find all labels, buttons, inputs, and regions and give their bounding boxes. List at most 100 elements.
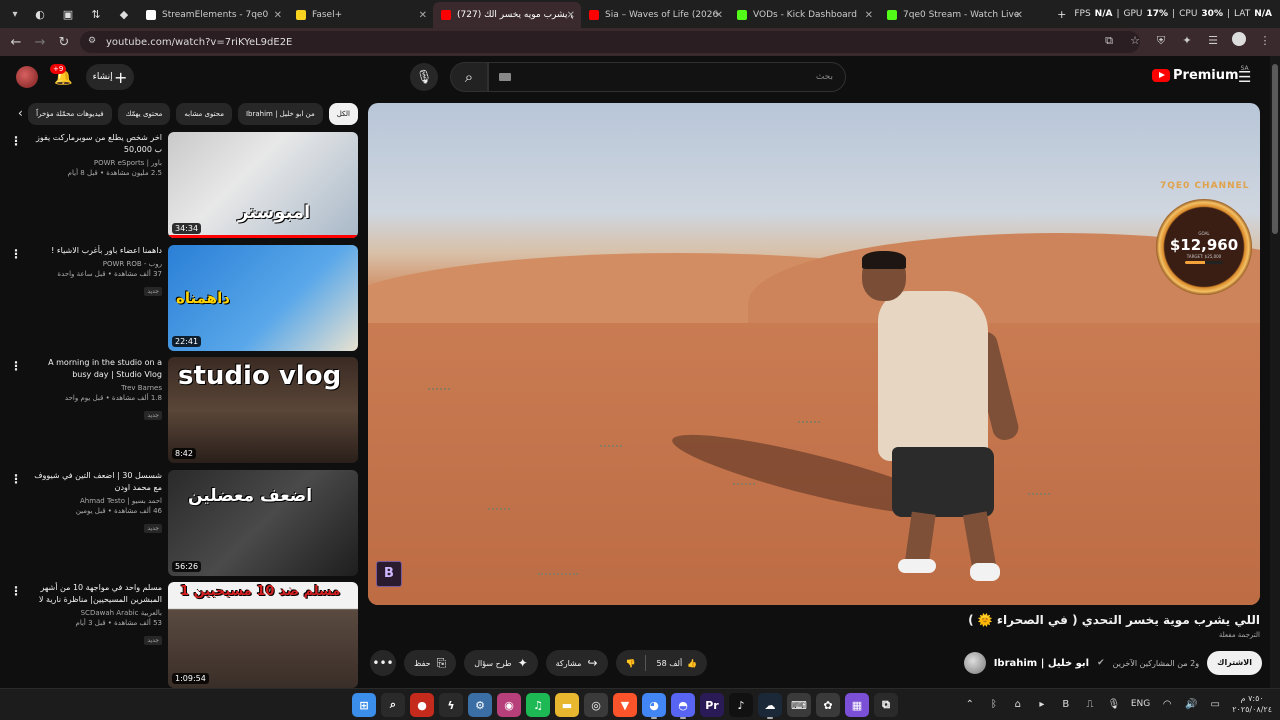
play-icon[interactable]: ▸: [1035, 699, 1049, 710]
network-icon[interactable]: ⌂: [1011, 699, 1025, 710]
recommended-video[interactable]: ⋮ داهمنا اعضاء باور بأغرب الاشياء ! روب - …: [10, 244, 358, 351]
obs-icon[interactable]: ◎: [584, 693, 608, 717]
filter-chip[interactable]: من ابو خليل | Ibrahim: [237, 103, 323, 125]
volume-icon[interactable]: 🔊: [1184, 699, 1198, 710]
video-thumbnail[interactable]: اضعف معضلين 56:26: [168, 469, 358, 576]
video-thumbnail[interactable]: امبوستر 34:34: [168, 132, 358, 238]
reload-icon[interactable]: ↻: [52, 30, 76, 54]
chevron-up-icon[interactable]: ⌃: [963, 699, 977, 710]
video-thumbnail[interactable]: studio vlog 8:42: [168, 357, 358, 463]
browser-menu-icon[interactable]: ⋮: [1256, 34, 1274, 47]
bluetooth-icon[interactable]: ᛒ: [987, 699, 1001, 710]
filter-chip[interactable]: محتوى مشابه: [176, 103, 232, 125]
tab-close-icon[interactable]: ✕: [274, 10, 282, 21]
app-pink-icon[interactable]: ◉: [497, 693, 521, 717]
spotify-icon[interactable]: ♫: [526, 693, 550, 717]
recommended-video[interactable]: ⋮ اخر شخص يطلع من سوبرماركت يفوز ب 50,000…: [10, 132, 358, 238]
tab-search-button[interactable]: ▾: [4, 4, 26, 24]
video-thumbnail[interactable]: 1 مسلم ضد 10 مسيحيين 1:09:54: [168, 582, 358, 688]
bookmark-star-icon[interactable]: ☆: [1126, 34, 1144, 47]
filter-chip[interactable]: فيديوهات محمّلة مؤخراً: [28, 103, 112, 125]
more-options-icon[interactable]: ⋮: [10, 584, 22, 598]
ask-button[interactable]: ✦ طرح سؤال: [464, 650, 538, 676]
more-options-icon[interactable]: ⋮: [10, 134, 22, 148]
mic-icon[interactable]: 🎙: [1107, 699, 1121, 710]
bolt-icon[interactable]: ϟ: [439, 693, 463, 717]
video-thumbnail[interactable]: داهمناه 22:41: [168, 244, 358, 351]
browser-tab[interactable]: StreamElements - 7qe0 ✕: [138, 2, 288, 28]
language-indicator[interactable]: ENG: [1131, 699, 1150, 709]
video-player[interactable]: 7QE0 CHANNEL GOAL $12,960 TARGET: $25,00…: [368, 103, 1260, 605]
browser-tab[interactable]: (727) اللي يشرب مويه يخسر الك✕: [433, 2, 581, 28]
terminal-icon[interactable]: ⌨: [787, 693, 811, 717]
back-arrow-icon[interactable]: ←: [4, 30, 28, 54]
create-button[interactable]: إنشاء +: [86, 64, 134, 90]
discord-icon[interactable]: ◓: [671, 693, 695, 719]
steam-icon[interactable]: ☁: [758, 693, 782, 719]
voice-search-mic-icon[interactable]: 🎙: [410, 63, 438, 91]
chatgpt-icon[interactable]: ✿: [816, 693, 840, 717]
chrome-icon[interactable]: ◕: [642, 693, 666, 719]
filter-chip[interactable]: الكل: [328, 103, 358, 125]
brave-icon[interactable]: ▼: [613, 693, 637, 717]
keyboard-icon[interactable]: [499, 73, 511, 81]
recommended-video[interactable]: ⋮ شسسل 30 | اضعف التين في شيووف مع محمد ا…: [10, 469, 358, 576]
tab-close-icon[interactable]: ✕: [567, 10, 575, 21]
recommended-video[interactable]: ⋮ A morning in the studio on a busy day |…: [10, 357, 358, 463]
settings-icon[interactable]: ⚙: [468, 693, 492, 717]
url-bar[interactable]: ⚙ youtube.com/watch?v=7riKYeL9dE2E: [80, 31, 1140, 53]
tab-close-icon[interactable]: ✕: [715, 10, 723, 21]
start-icon[interactable]: ⊞: [352, 693, 376, 717]
capcut-icon[interactable]: ⧉: [874, 693, 898, 717]
pinned-tab[interactable]: ◆: [110, 3, 138, 25]
premiere-icon[interactable]: Pr: [700, 693, 724, 717]
wifi-icon[interactable]: ◠: [1160, 699, 1174, 710]
tab-close-icon[interactable]: ✕: [419, 10, 427, 21]
collaborators-text[interactable]: و2 من المشاركين الآخرين: [1113, 659, 1199, 668]
shield-icon[interactable]: ⛨: [1152, 34, 1170, 48]
browser-tab[interactable]: Fasel+ ✕: [288, 2, 433, 28]
channel-name[interactable]: ابو خليل | Ibrahim: [994, 658, 1089, 669]
tab-close-icon[interactable]: ✕: [865, 10, 873, 21]
extensions-icon[interactable]: ✦: [1178, 34, 1196, 47]
hamburger-menu-icon[interactable]: ☰: [1238, 68, 1251, 86]
account-avatar[interactable]: [16, 66, 38, 88]
more-options-icon[interactable]: ⋮: [10, 472, 22, 486]
search-icon[interactable]: ⌕: [381, 693, 405, 717]
dislike-button[interactable]: 👎: [616, 650, 646, 676]
tiktok-icon[interactable]: ♪: [729, 693, 753, 717]
more-options-icon[interactable]: ⋮: [10, 359, 22, 373]
pinned-tab[interactable]: ⇅: [82, 3, 110, 25]
install-icon[interactable]: ⧉: [1100, 34, 1118, 48]
clock[interactable]: ٧:٥٠ م ٢٠٢٥/٠٨/٢٤: [1232, 693, 1272, 715]
tab-close-icon[interactable]: ✕: [1015, 10, 1023, 21]
browser-tab[interactable]: Sia – Waves of Life (2026 Offi✕: [581, 2, 729, 28]
page-scrollbar[interactable]: [1270, 56, 1280, 688]
recommended-video[interactable]: ⋮ مسلم واحد في مواجهة 10 من أشهر المبشرين…: [10, 582, 358, 688]
pinned-tab[interactable]: ◐: [26, 3, 54, 25]
more-options-icon[interactable]: ⋮: [10, 247, 22, 261]
forward-arrow-icon[interactable]: →: [28, 30, 52, 54]
new-tab-button[interactable]: +: [1057, 8, 1066, 21]
search-input[interactable]: بحث: [488, 62, 846, 92]
youtube-premium-logo[interactable]: Premium SA: [1152, 65, 1249, 83]
browser-tab[interactable]: 7qe0 Stream - Watch Live on ✕: [879, 2, 1029, 28]
channel-avatar[interactable]: [963, 652, 986, 674]
save-button[interactable]: ⎘ حفظ: [404, 650, 457, 676]
reading-list-icon[interactable]: ☰: [1204, 34, 1222, 47]
profile-avatar[interactable]: [1230, 32, 1248, 49]
subscribe-button[interactable]: الاشتراك: [1207, 651, 1262, 675]
battery-icon[interactable]: ▭: [1208, 699, 1222, 710]
pinned-tab[interactable]: ▣: [54, 3, 82, 25]
b-app-icon[interactable]: B: [1059, 699, 1073, 710]
like-button[interactable]: 58 ألف 👍: [646, 650, 707, 676]
search-button[interactable]: ⌕: [450, 62, 488, 92]
scrollbar-thumb[interactable]: [1272, 64, 1278, 234]
grid-app-icon[interactable]: ▦: [845, 693, 869, 717]
record-icon[interactable]: ●: [410, 693, 434, 717]
site-info-icon[interactable]: ⚙: [88, 36, 96, 46]
usb-icon[interactable]: ⎍: [1083, 699, 1097, 710]
channel-watermark[interactable]: B: [376, 561, 402, 587]
filter-chip[interactable]: محتوى يهمّك: [117, 103, 171, 125]
share-button[interactable]: ↪ مشاركة: [545, 650, 608, 676]
